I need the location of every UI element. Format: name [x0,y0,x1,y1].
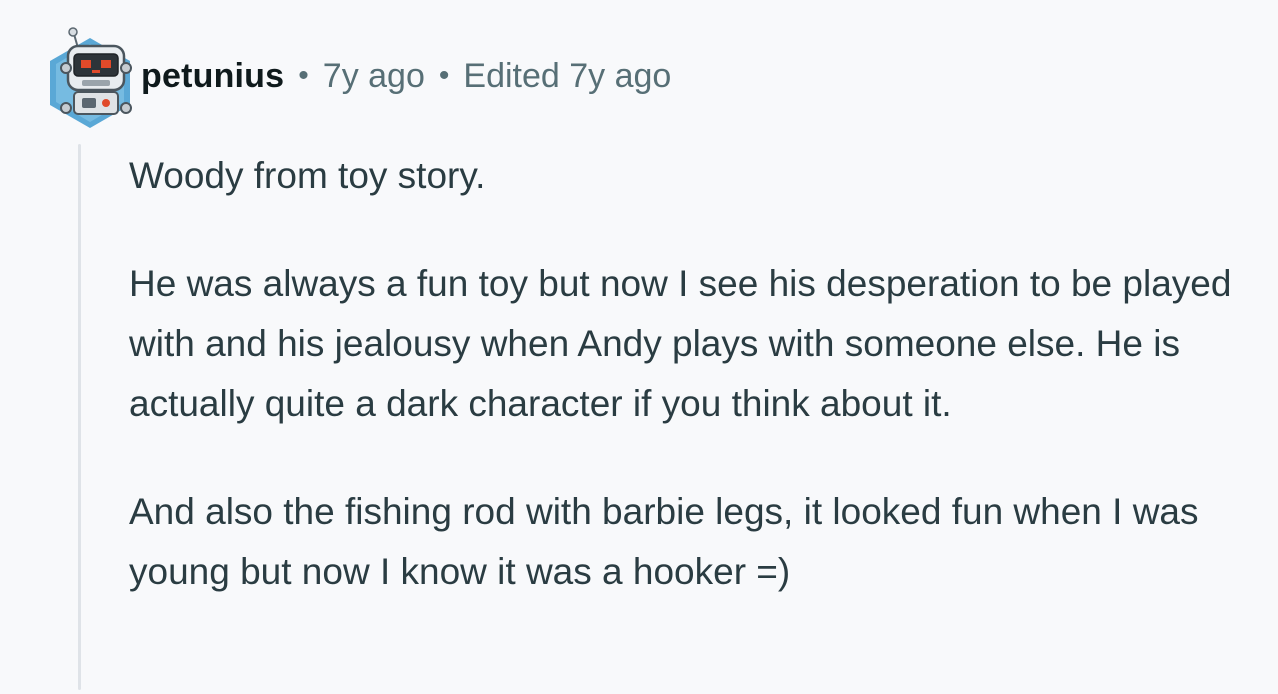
thread-line[interactable] [78,144,81,690]
meta-separator: • [438,59,450,92]
comment-paragraph: He was always a fun toy but now I see hi… [129,263,1232,424]
comment-header: petunius • 7y ago • Edited 7y ago [44,24,671,128]
robot-avatar-icon[interactable] [44,24,136,128]
comment: petunius • 7y ago • Edited 7y ago Woody … [0,0,1278,694]
comment-paragraph: And also the fishing rod with barbie leg… [129,491,1199,592]
author-username[interactable]: petunius [141,57,284,96]
comment-body: Woody from toy story. He was always a fu… [129,146,1259,602]
edited-timestamp: Edited 7y ago [463,56,672,95]
comment-paragraph: Woody from toy story. [129,155,486,196]
comment-timestamp[interactable]: 7y ago [323,57,425,96]
meta-separator: • [298,59,309,92]
